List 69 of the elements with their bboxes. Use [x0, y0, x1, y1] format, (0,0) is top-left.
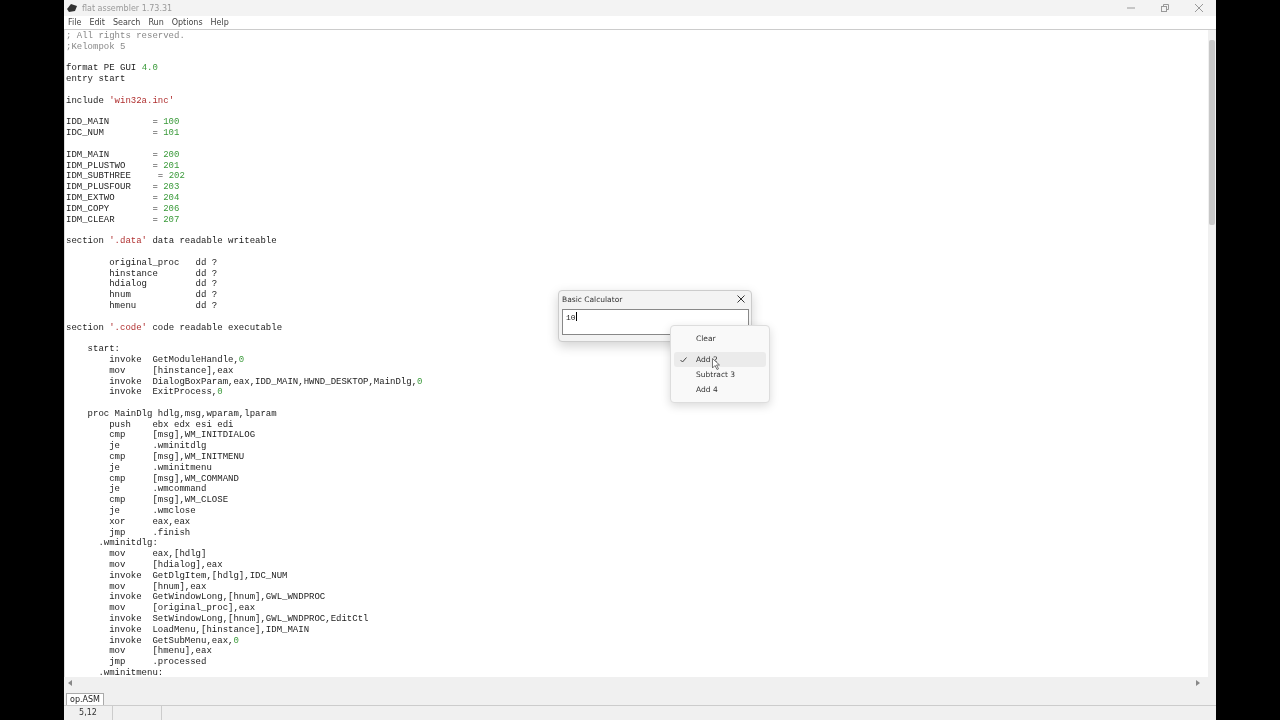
code-line: section '.data' data readable writeable [66, 236, 277, 247]
code-line: .wminitdlg: [97, 538, 158, 549]
close-icon[interactable] [737, 295, 745, 303]
code-line: IDM_PLUSFOUR = 203 [66, 182, 180, 193]
code-line: je .wminitmenu [108, 462, 212, 474]
horizontal-scrollbar[interactable] [64, 677, 1216, 689]
menu-item[interactable]: File [68, 18, 82, 27]
code-line: hinstance dd ? [108, 268, 218, 279]
code-line: mov [hinstance],eax [108, 365, 234, 377]
scroll-right-icon[interactable] [1195, 680, 1200, 686]
vertical-scrollbar[interactable] [1208, 30, 1216, 677]
code-line: invoke GetModuleHandle,0 [108, 354, 245, 366]
code-line: push ebx edx esi edi [108, 419, 234, 430]
code-line: entry start [66, 74, 126, 85]
scrollbar-thumb[interactable] [1209, 40, 1215, 225]
code-line: je .wminitdlg [108, 441, 207, 452]
code-line: IDM_PLUSTWO = 201 [66, 160, 180, 172]
code-line: proc MainDlg hdlg,msg,wparam,lparam [86, 408, 277, 420]
mouse-cursor-icon [712, 358, 720, 370]
code-line: jmp .processed [108, 657, 207, 668]
code-line: xor eax,eax [108, 516, 191, 528]
code-line: IDM_MAIN = 200 [66, 149, 180, 161]
menu-item[interactable]: Help [210, 18, 229, 27]
code-line: invoke GetSubMenu,eax,0 [108, 635, 239, 646]
code-line: IDM_CLEAR = 207 [66, 214, 180, 226]
code-line: mov [hdialog],eax [108, 560, 223, 571]
code-line: include 'win32a.inc' [66, 95, 175, 107]
menu-item[interactable]: Run [148, 18, 164, 27]
window-title: flat assembler 1.73.31 [82, 3, 173, 13]
menu-item[interactable]: Edit [89, 18, 105, 27]
code-line: cmp [msg],WM_COMMAND [108, 473, 239, 484]
code-line: invoke DialogBoxParam,eax,IDD_MAIN,HWND_DESKTOP,MainDlg,0 [108, 376, 423, 387]
code-line: invoke GetDlgItem,[hdlg],IDC_NUM [108, 570, 288, 582]
code-line: je .wmcommand [108, 484, 207, 495]
code-line: hdialog dd ? [108, 279, 218, 290]
code-line: ; All rights reserved. [66, 31, 185, 42]
code-line: IDM_EXTWO = 204 [66, 192, 180, 204]
code-line: IDD_MAIN = 100 [66, 117, 180, 129]
restore-icon[interactable] [1160, 3, 1170, 13]
code-line: format PE GUI 4.0 [66, 63, 158, 75]
code-line: hnum dd ? [108, 290, 218, 301]
code-line: IDM_COPY = 206 [66, 203, 180, 215]
code-line: hmenu dd ? [108, 300, 218, 312]
menu-item[interactable]: Options [171, 18, 203, 27]
app-icon [66, 3, 78, 13]
code-line: IDM_SUBTHREE = 202 [66, 171, 185, 183]
code-line: invoke GetWindowLong,[hnum],GWL_WNDPROC [108, 592, 326, 603]
code-line: mov [hnum],eax [108, 581, 207, 592]
code-line: cmp [msg],WM_INITMENU [108, 452, 245, 463]
menu-item[interactable]: Search [112, 18, 141, 27]
code-line: je .wmclose [108, 506, 196, 517]
code-line: section '.code' code readable executable [66, 322, 283, 334]
code-line: jmp .finish [108, 527, 191, 538]
code-line: start: [86, 344, 120, 355]
code-line: cmp [msg],WM_INITDIALOG [108, 430, 256, 441]
code-line: mov [original_proc],eax [108, 603, 256, 614]
code-line: original_proc dd ? [108, 257, 218, 269]
scroll-left-icon[interactable] [68, 680, 73, 686]
code-line: IDC_NUM = 101 [66, 128, 180, 139]
cursor-position: 5,12 [64, 706, 113, 720]
file-tab[interactable]: op.ASM [66, 693, 104, 705]
code-line: invoke ExitProcess,0 [108, 387, 223, 399]
code-line: invoke SetWindowLong,[hnum],GWL_WNDPROC,EditCtl [108, 614, 369, 625]
code-line: invoke LoadMenu,[hinstance],IDM_MAIN [108, 624, 310, 636]
code-line: mov eax,[hdlg] [108, 549, 207, 560]
code-line: mov [hmenu],eax [108, 646, 212, 657]
code-line: .wminitmenu: [97, 668, 164, 677]
code-line: cmp [msg],WM_CLOSE [108, 495, 229, 506]
code-line: ;Kelompok 5 [66, 41, 126, 53]
